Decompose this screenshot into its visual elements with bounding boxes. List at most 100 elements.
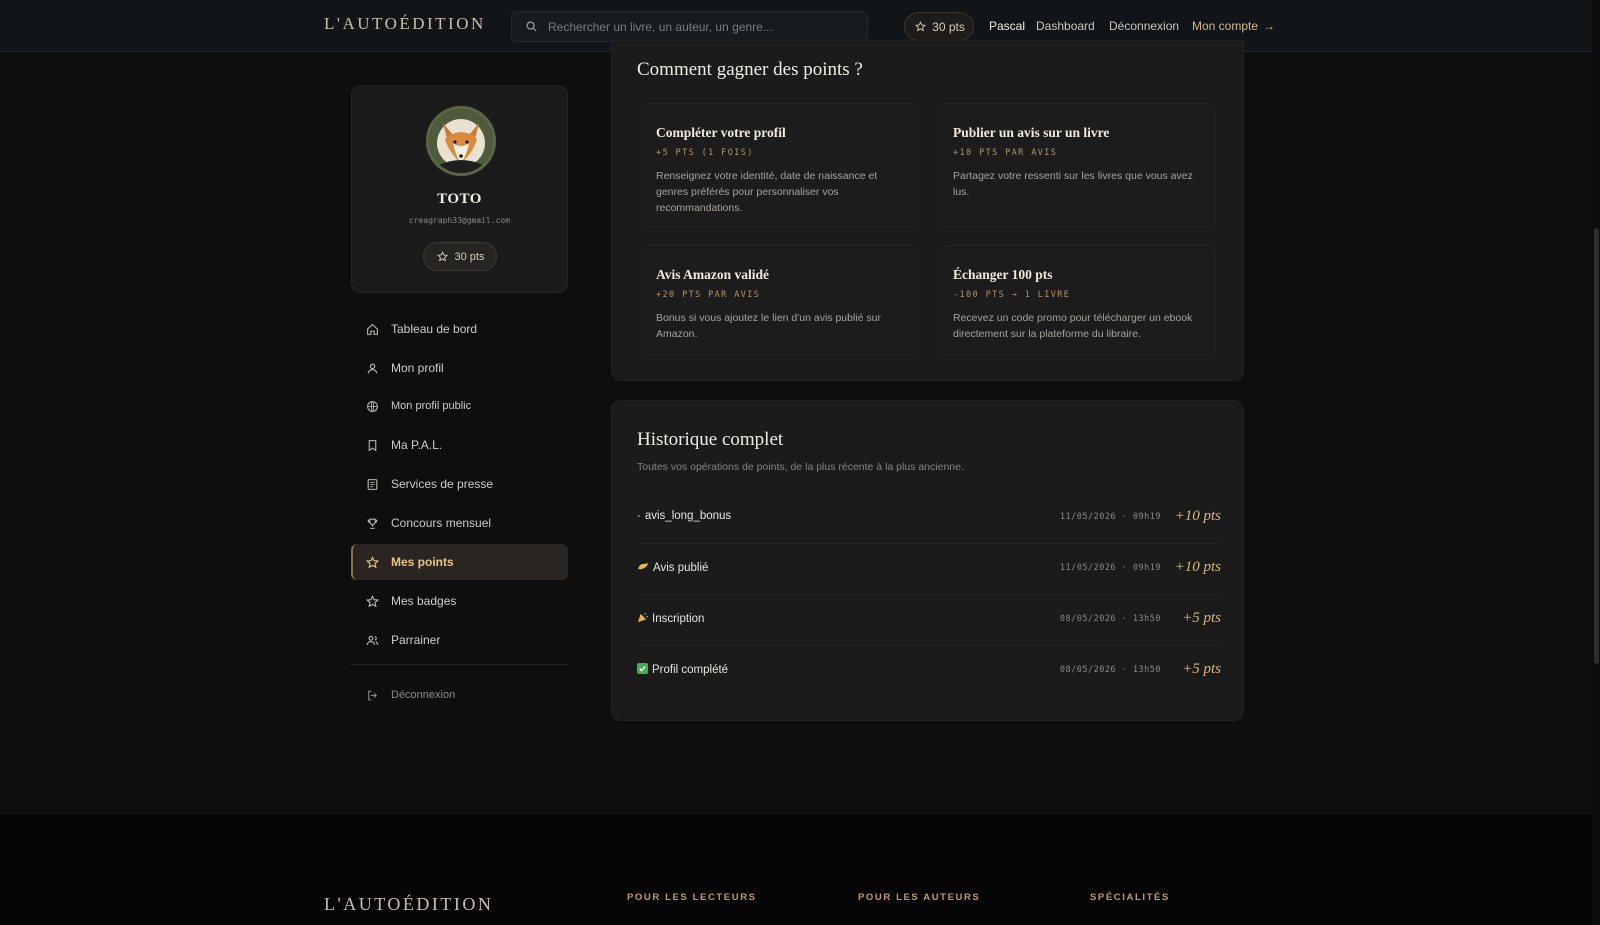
earn-card-desc: Recevez un code promo pour télécharger u…: [953, 312, 1193, 340]
history-row-label: · avis_long_bonus: [637, 510, 731, 522]
profile-points-value: 30 pts: [454, 250, 485, 263]
nav-account-label: Mon compte: [1192, 19, 1259, 33]
profile-email: creagraph33@gmail.com: [408, 216, 511, 225]
sidebar-item-referral[interactable]: Parrainer: [351, 622, 568, 658]
history-subtitle: Toutes vos opérations de points, de la p…: [637, 461, 964, 473]
history-row-text: avis_long_bonus: [644, 510, 732, 522]
earn-card-tag: +10 PTS PAR AVIS: [953, 148, 1058, 158]
nav-account-link[interactable]: Mon compte →: [1192, 19, 1275, 33]
sidebar-item-label: Services de presse: [391, 477, 494, 491]
footer-column-specialties: SPÉCIALITÉS: [1090, 892, 1170, 903]
sidebar-item-label: Mes badges: [391, 594, 457, 608]
users-icon: [365, 633, 379, 647]
earn-card-title: Avis Amazon validé: [656, 267, 770, 282]
nav-user-name[interactable]: Pascal: [989, 19, 1025, 33]
sidebar-item-label: Mon profil: [391, 361, 444, 375]
brand-logo[interactable]: L'AUTOÉDITION: [324, 14, 486, 34]
search-box[interactable]: [511, 11, 868, 42]
history-row-date: 11/05/2026 · 09h19: [1059, 563, 1161, 573]
earn-card-title: Publier un avis sur un livre: [953, 125, 1110, 140]
site-footer: L'AUTOÉDITION POUR LES LECTEURS POUR LES…: [0, 813, 1592, 925]
history-row: Profil complété 08/05/2026 · 13h50 +5 pt…: [637, 646, 1221, 697]
history-row-points: +10 pts: [1174, 508, 1221, 524]
sidebar-logout-label: Déconnexion: [391, 689, 456, 701]
user-icon: [365, 361, 379, 375]
earn-card-amazon: Avis Amazon validé +20 PTS PAR AVIS Bonu…: [641, 245, 919, 360]
party-popper-icon: [637, 612, 648, 626]
star-icon: [913, 20, 927, 34]
footer-brand-logo[interactable]: L'AUTOÉDITION: [324, 894, 493, 915]
star-icon: [436, 250, 450, 264]
sidebar-item-label: Mon profil public: [391, 400, 472, 412]
sidebar-item-badges[interactable]: Mes badges: [351, 583, 568, 619]
history-panel: Historique complet Toutes vos opérations…: [611, 400, 1244, 721]
earn-card-desc: Renseignez votre identité, date de naiss…: [656, 170, 878, 214]
earn-card-title: Échanger 100 pts: [953, 267, 1053, 282]
fox-avatar-image: [429, 109, 493, 173]
history-row: · avis_long_bonus 11/05/2026 · 09h19 +10…: [637, 493, 1221, 544]
check-mark-icon: [637, 663, 648, 677]
history-row-date: 08/05/2026 · 13h50: [1059, 614, 1161, 624]
history-row-points: +5 pts: [1182, 610, 1221, 626]
header-points-value: 30 pts: [932, 19, 965, 34]
search-icon: [524, 20, 538, 34]
writing-hand-icon: [637, 561, 649, 574]
globe-icon: [365, 399, 379, 413]
footer-column-authors: POUR LES AUTEURS: [858, 892, 981, 903]
nav-logout-link[interactable]: Déconnexion: [1109, 19, 1179, 33]
sidebar-item-profile[interactable]: Mon profil: [351, 350, 568, 386]
profile-name: TOTO: [437, 191, 482, 207]
arrow-right-icon: →: [1263, 19, 1276, 33]
earn-points-title: Comment gagner des points ?: [637, 59, 863, 80]
header-points-badge[interactable]: 30 pts: [904, 12, 974, 41]
profile-points-badge: 30 pts: [423, 242, 497, 271]
trophy-icon: [365, 516, 379, 530]
history-row-date: 08/05/2026 · 13h50: [1059, 665, 1161, 675]
sidebar-logout[interactable]: Déconnexion: [351, 677, 568, 713]
earn-card-title: Compléter votre profil: [656, 125, 786, 140]
earn-card-exchange: Échanger 100 pts -100 PTS → 1 LIVRE Rece…: [938, 245, 1216, 360]
earn-points-panel: Comment gagner des points ? Compléter vo…: [611, 40, 1244, 381]
history-row-text: Inscription: [652, 613, 705, 625]
newspaper-icon: [365, 477, 379, 491]
history-row-label: Profil complété: [637, 663, 728, 677]
bookmark-icon: [365, 438, 379, 452]
page-scrollbar[interactable]: [1592, 0, 1600, 925]
sidebar-item-label: Tableau de bord: [391, 322, 478, 336]
earn-card-tag: +5 PTS (1 FOIS): [656, 148, 754, 158]
sidebar-divider: [351, 664, 568, 665]
star-icon: [365, 555, 379, 569]
history-row-date: 11/05/2026 · 09h19: [1059, 512, 1161, 522]
history-row-text: Avis publié: [653, 561, 709, 574]
earn-card-desc: Bonus si vous ajoutez le lien d'un avis …: [656, 312, 881, 340]
star-icon: [365, 594, 379, 608]
history-row-points: +10 pts: [1174, 559, 1221, 575]
logout-icon: [365, 688, 379, 702]
sidebar-item-contest[interactable]: Concours mensuel: [351, 505, 568, 541]
profile-card: TOTO creagraph33@gmail.com 30 pts: [351, 85, 568, 293]
sidebar-item-points[interactable]: Mes points: [351, 544, 568, 580]
avatar[interactable]: [426, 106, 496, 176]
search-input[interactable]: [548, 19, 848, 34]
earn-card-tag: +20 PTS PAR AVIS: [656, 290, 761, 300]
history-title: Historique complet: [637, 429, 784, 450]
earn-card-review: Publier un avis sur un livre +10 PTS PAR…: [938, 103, 1216, 232]
earn-card-profile: Compléter votre profil +5 PTS (1 FOIS) R…: [641, 103, 919, 232]
history-row-label: Inscription: [637, 612, 704, 626]
sidebar-item-public-profile[interactable]: Mon profil public: [351, 388, 568, 424]
sidebar-item-label: Parrainer: [391, 633, 441, 647]
earn-card-tag: -100 PTS → 1 LIVRE: [953, 290, 1071, 300]
footer-column-readers: POUR LES LECTEURS: [627, 892, 757, 903]
sidebar-item-dashboard[interactable]: Tableau de bord: [351, 311, 568, 347]
history-row: Avis publié 11/05/2026 · 09h19 +10 pts: [637, 544, 1221, 595]
nav-dashboard-link[interactable]: Dashboard: [1036, 19, 1095, 33]
sidebar-item-label: Ma P.A.L.: [391, 438, 443, 452]
sidebar-item-pal[interactable]: Ma P.A.L.: [351, 427, 568, 463]
home-icon: [365, 322, 379, 336]
sidebar-item-label: Mes points: [391, 555, 454, 569]
history-row-label: Avis publié: [637, 561, 708, 574]
history-row-text: Profil complété: [652, 664, 729, 676]
sidebar-item-label: Concours mensuel: [391, 516, 492, 530]
scrollbar-thumb[interactable]: [1594, 228, 1599, 664]
sidebar-item-press-services[interactable]: Services de presse: [351, 466, 568, 502]
